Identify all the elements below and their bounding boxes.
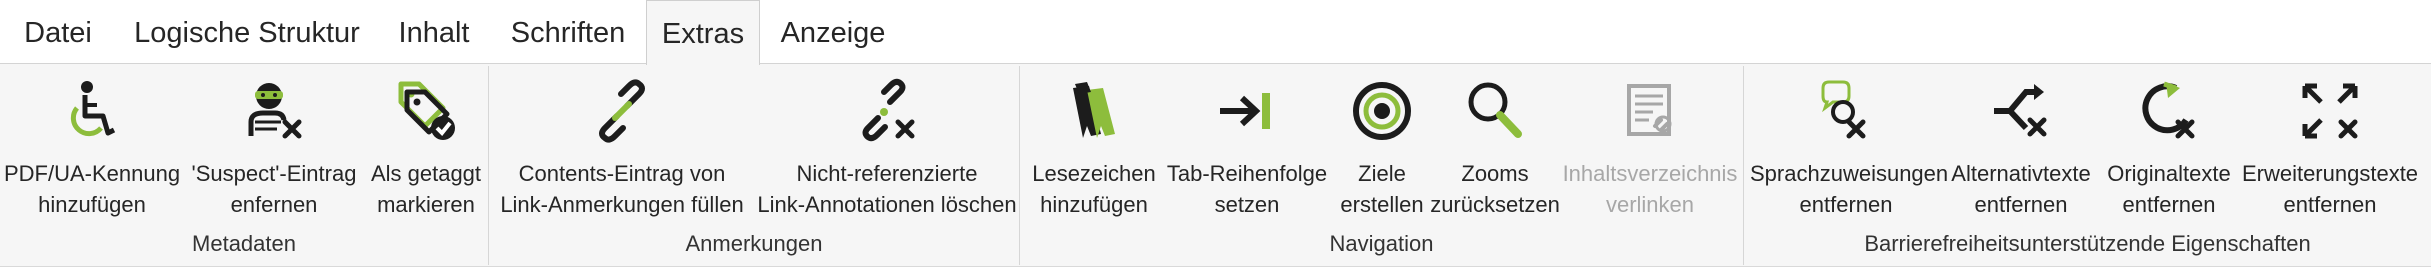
create-destinations-label-1: Ziele xyxy=(1358,161,1406,186)
add-bookmarks-label-1: Lesezeichen xyxy=(1032,161,1156,186)
language-remove-icon xyxy=(1813,78,1879,144)
fill-contents-entry-label-2: Link-Anmerkungen füllen xyxy=(500,192,744,217)
tag-check-icon xyxy=(393,78,459,144)
delete-unreferenced-link-annotations-label-2: Link-Annotationen löschen xyxy=(757,192,1017,217)
alt-text-remove-icon xyxy=(1988,78,2054,144)
remove-language-assignments-label-2: entfernen xyxy=(1799,192,1893,217)
remove-alt-texts-label-1: Alternativtexte xyxy=(1951,161,2091,186)
tab-extras[interactable]: Extras xyxy=(646,0,760,65)
reset-zooms-label-2: zurücksetzen xyxy=(1430,192,1560,217)
group-metadaten: PDF/UA-Kennung hinzufügen 'Suspect'-Eint… xyxy=(0,64,488,267)
accessibility-icon xyxy=(59,78,125,144)
set-tab-order-label-2: setzen xyxy=(1214,192,1280,217)
tab-anzeige[interactable]: Anzeige xyxy=(760,0,906,64)
expansion-text-remove-icon xyxy=(2297,78,2363,144)
target-icon xyxy=(1349,78,1415,144)
tab-order-icon xyxy=(1214,78,1280,144)
group-label-metadaten: Metadaten xyxy=(192,231,296,256)
reset-zooms-label-1: Zooms xyxy=(1461,161,1529,186)
link-icon xyxy=(589,78,655,144)
ribbon-tab-bar: Datei Logische Struktur Inhalt Schriften… xyxy=(0,0,2431,65)
suspect-entry-remove-label-2: enfernen xyxy=(230,192,318,217)
pdfua-id-add-label-2: hinzufügen xyxy=(38,192,146,217)
original-text-remove-icon xyxy=(2136,78,2202,144)
group-label-navigation: Navigation xyxy=(1329,231,1434,256)
suspect-entry-remove-label-1: 'Suspect'-Eintrag xyxy=(191,161,357,186)
set-tab-order-label-1: Tab-Reihenfolge xyxy=(1166,161,1328,186)
group-label-accessibility-properties: Barrierefreiheitsunterstützende Eigensch… xyxy=(1864,231,2311,256)
group-label-anmerkungen: Anmerkungen xyxy=(685,231,823,256)
zoom-icon xyxy=(1462,78,1528,144)
remove-expansion-texts-label-1: Erweiterungstexte xyxy=(2241,161,2419,186)
remove-language-assignments-label-1: Sprachzuweisungen xyxy=(1750,161,1949,186)
fill-contents-entry-label-1: Contents-Eintrag von xyxy=(518,161,726,186)
group-anmerkungen: Contents-Eintrag von Link-Anmerkungen fü… xyxy=(489,64,1019,267)
remove-original-texts-label-1: Originaltexte xyxy=(2107,161,2231,186)
mark-as-tagged-label-1: Als getaggt xyxy=(370,161,482,186)
remove-expansion-texts-label-2: entfernen xyxy=(2283,192,2377,217)
tab-logische-struktur[interactable]: Logische Struktur xyxy=(116,0,378,64)
link-toc-label-2: verlinken xyxy=(1605,192,1695,217)
tab-inhalt[interactable]: Inhalt xyxy=(378,0,490,64)
toc-link-icon xyxy=(1617,78,1683,144)
suspect-remove-icon xyxy=(241,78,307,144)
group-navigation: Lesezeichen hinzufügen Tab-Reihenfolge s… xyxy=(1020,64,1743,267)
tab-schriften[interactable]: Schriften xyxy=(490,0,646,64)
bookmarks-icon xyxy=(1061,78,1127,144)
ribbon-panel: PDF/UA-Kennung hinzufügen 'Suspect'-Eint… xyxy=(0,64,2431,267)
link-toc-label-1: Inhaltsverzeichnis xyxy=(1562,161,1738,186)
delete-unreferenced-link-annotations-label-1: Nicht-referenzierte xyxy=(796,161,978,186)
pdfua-id-add-label-1: PDF/UA-Kennung xyxy=(4,161,181,186)
mark-as-tagged-label-2: markieren xyxy=(377,192,475,217)
remove-alt-texts-label-2: entfernen xyxy=(1974,192,2068,217)
create-destinations-label-2: erstellen xyxy=(1340,192,1424,217)
group-accessibility-properties: Sprachzuweisungen entfernen Alternativte… xyxy=(1744,64,2431,267)
tab-datei[interactable]: Datei xyxy=(0,0,116,64)
broken-link-remove-icon xyxy=(854,78,920,144)
add-bookmarks-label-2: hinzufügen xyxy=(1040,192,1148,217)
remove-original-texts-label-2: entfernen xyxy=(2122,192,2216,217)
